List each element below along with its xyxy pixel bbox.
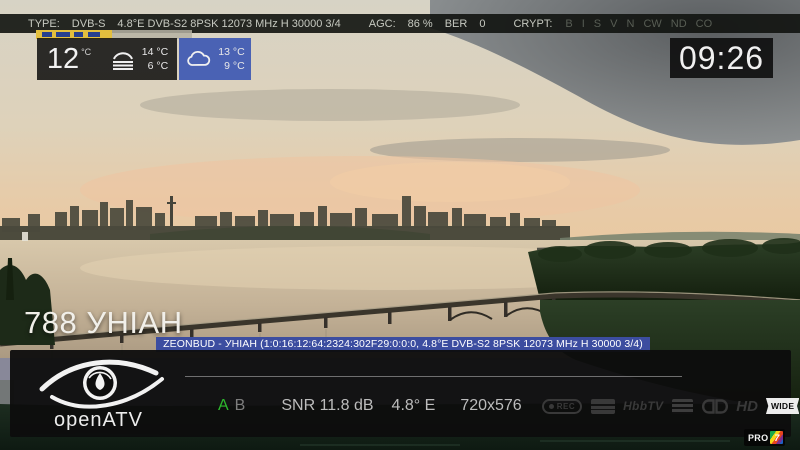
transponder-value: 4.8°E DVB-S2 8PSK 12073 MHz H 30000 3/4 [117, 18, 340, 30]
crypt-label: CRYPT: [513, 18, 552, 30]
crypt-system: I [582, 18, 585, 30]
rec-label: REC [557, 402, 575, 411]
fog-icon [110, 49, 136, 70]
ci-card-icon [591, 399, 615, 414]
crypt-system: V [610, 18, 617, 30]
infobar-panel: openATV A B SNR 11.8 dB 4.8° E 720x576 R… [10, 350, 791, 437]
dolby-icon [702, 399, 728, 414]
openatv-logo: openATV [28, 351, 178, 435]
crypt-system: S [594, 18, 601, 30]
type-value: DVB-S [72, 18, 106, 30]
tomorrow-low-temp: 9 °C [224, 61, 245, 72]
type-label: TYPE: [28, 18, 60, 30]
wide-icon: WIDE [766, 398, 799, 414]
hbbtv-icon: HbbTV [623, 399, 663, 413]
tv-screen: TYPE: DVB-S 4.8°E DVB-S2 8PSK 12073 MHz … [0, 0, 800, 450]
rec-icon: REC [542, 399, 582, 414]
video-resolution: 720x576 [460, 397, 521, 415]
current-temperature: 12 °C [37, 38, 101, 80]
crypt-system: CO [696, 18, 713, 30]
agc-value: 86 % [408, 18, 433, 30]
rec-dot [549, 404, 554, 409]
weather-tomorrow: 13 °C 9 °C [179, 38, 251, 80]
ber-value: 0 [479, 18, 485, 30]
tuner-b-indicator: B [235, 397, 246, 415]
crypt-system: N [626, 18, 634, 30]
event-progress-line [185, 376, 682, 377]
crypt-system: CW [643, 18, 661, 30]
today-high-temp: 14 °C [142, 47, 168, 58]
watermark-text: PRO [748, 433, 768, 443]
ber-label: BER [445, 18, 468, 30]
teletext-icon [672, 399, 693, 414]
today-low-temp: 6 °C [148, 61, 169, 72]
openatv-logo-text: openATV [54, 409, 143, 432]
tomorrow-high-temp: 13 °C [218, 47, 244, 58]
agc-label: AGC: [369, 18, 396, 30]
crypt-system: B [565, 18, 572, 30]
watermark-rainbow-logo: 7 [770, 431, 783, 444]
status-row: A B SNR 11.8 dB 4.8° E 720x576 REC HbbTV… [218, 394, 800, 418]
openatv-eye-icon [28, 351, 178, 411]
satellite-position: 4.8° E [392, 397, 436, 415]
hd-icon: HD [736, 398, 758, 415]
weather-widget: 12 °C 14 °C 6 °C [37, 38, 251, 80]
cloud-icon [185, 51, 212, 68]
clock: 09:26 [670, 38, 773, 78]
current-temp-value: 12 [47, 38, 79, 80]
crypt-system: ND [671, 18, 687, 30]
channel-name: 788 УНІАН [24, 305, 183, 341]
current-temp-unit: °C [81, 47, 91, 57]
tuner-a-indicator: A [218, 397, 229, 415]
pro-tv-watermark: PRO 7 [744, 429, 785, 446]
snr-value: SNR 11.8 dB [281, 397, 373, 415]
weather-today: 14 °C 6 °C [101, 38, 177, 80]
